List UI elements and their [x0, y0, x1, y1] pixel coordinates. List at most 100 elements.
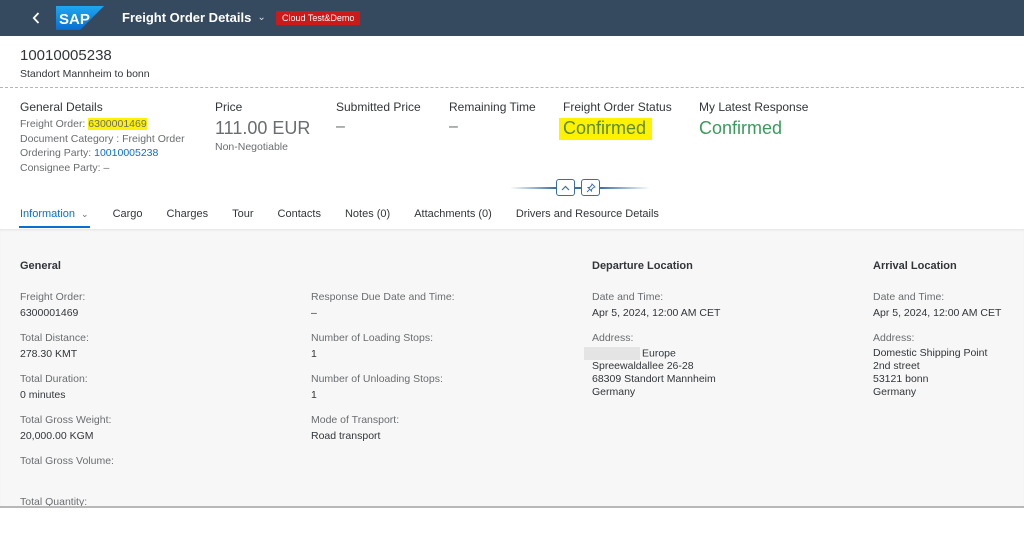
freight-order-value: 6300001469	[88, 118, 147, 130]
field-label: Date and Time:	[592, 291, 664, 303]
chevron-left-icon	[32, 12, 40, 24]
back-button[interactable]	[26, 7, 46, 29]
field-value: 20,000.00 KGM	[20, 430, 94, 442]
field-label: Total Duration:	[20, 373, 88, 385]
field-label: Total Quantity:	[20, 496, 88, 508]
my-latest-response-label: My Latest Response	[699, 100, 809, 114]
address-line: Europe	[584, 347, 852, 360]
consignee-party: Consignee Party: –	[20, 161, 110, 174]
document-category: Document Category : Freight Order	[20, 132, 185, 145]
svg-text:SAP: SAP	[59, 11, 90, 28]
freight-order-status-value: Confirmed	[559, 118, 653, 140]
address-line: Germany	[873, 386, 917, 398]
field-label: Mode of Transport:	[311, 414, 400, 426]
field-label: Address:	[592, 332, 634, 344]
redacted-text	[584, 347, 640, 360]
chevron-up-icon	[561, 185, 570, 190]
environment-badge: Cloud Test&Demo	[276, 11, 361, 25]
arrival-title: Arrival Location	[873, 260, 957, 272]
field-unloading-stops: Number of Unloading Stops: 1	[311, 372, 571, 402]
object-subtitle: Standort Mannheim to bonn	[20, 68, 150, 80]
ordering-party-link[interactable]: 10010005238	[94, 147, 158, 159]
field-label: Total Distance:	[20, 332, 89, 344]
app-title-menu[interactable]: Freight Order Details ⌄	[122, 10, 266, 25]
tab-charges[interactable]: Charges	[167, 200, 209, 228]
freight-order-label: Freight Order:	[20, 118, 89, 130]
price-value: 111.00 EUR	[215, 118, 311, 138]
general-column: General Freight Order: 6300001469 Total …	[20, 260, 280, 508]
address-line: Germany	[592, 386, 636, 399]
collapse-header-button[interactable]	[556, 179, 575, 196]
field-label: Response Due Date and Time:	[311, 291, 455, 303]
chevron-down-icon: ⌄	[81, 208, 89, 219]
field-value: Apr 5, 2024, 12:00 AM CET	[873, 307, 1002, 319]
remaining-time-label: Remaining Time	[449, 100, 536, 114]
chevron-down-icon: ⌄	[257, 12, 266, 23]
field-value: 0 minutes	[20, 389, 66, 401]
field-total-distance: Total Distance: 278.30 KMT	[20, 331, 280, 361]
tab-cargo[interactable]: Cargo	[113, 200, 143, 228]
field-value: –	[311, 307, 317, 319]
field-value: Apr 5, 2024, 12:00 AM CET	[592, 307, 721, 319]
price-label: Price	[215, 100, 243, 114]
field-label: Date and Time:	[873, 291, 945, 303]
ordering-party-label: Ordering Party:	[20, 147, 95, 159]
my-latest-response-value: Confirmed	[699, 118, 783, 138]
field-mode-of-transport: Mode of Transport: Road transport	[311, 413, 571, 443]
field-freight-order: Freight Order: 6300001469	[20, 290, 280, 320]
remaining-time-kpi: Remaining Time –	[449, 100, 536, 136]
app-title: Freight Order Details	[122, 10, 252, 25]
arrival-address-field: Address: Domestic Shipping Point 2nd str…	[873, 331, 1023, 399]
tab-notes[interactable]: Notes (0)	[345, 200, 390, 228]
departure-date-field: Date and Time: Apr 5, 2024, 12:00 AM CET	[592, 290, 852, 320]
pin-header-button[interactable]	[581, 179, 600, 196]
departure-address-field: Address: Europe Spreewaldallee 26-28 683…	[584, 331, 852, 399]
remaining-time-value: –	[449, 118, 458, 135]
information-section[interactable]: General Freight Order: 6300001469 Total …	[0, 229, 1024, 508]
tab-bar: Information ⌄ Cargo Charges Tour Contacts…	[19, 200, 683, 228]
departure-column: Departure Location Date and Time: Apr 5,…	[584, 260, 852, 410]
general-details-kpi: General Details Freight Order: 630000146…	[20, 100, 185, 175]
address-line: 2nd street	[873, 360, 920, 372]
submitted-price-value: –	[336, 118, 345, 135]
arrival-date-field: Date and Time: Apr 5, 2024, 12:00 AM CET	[873, 290, 1023, 320]
field-label: Total Gross Volume:	[20, 455, 114, 467]
header-divider	[0, 87, 1024, 88]
field-value: 278.30 KMT	[20, 348, 78, 360]
tab-tour[interactable]: Tour	[232, 200, 253, 228]
tab-information[interactable]: Information ⌄	[19, 200, 90, 228]
field-total-quantity: Total Quantity:	[20, 495, 280, 508]
freight-order-line: Freight Order: 6300001469	[20, 117, 185, 132]
field-label: Number of Loading Stops:	[311, 332, 433, 344]
field-label: Number of Unloading Stops:	[311, 373, 443, 385]
field-value: 6300001469	[20, 307, 79, 319]
address-line: 68309 Standort Mannheim	[592, 373, 716, 386]
general-details-label: General Details	[20, 100, 103, 114]
field-loading-stops: Number of Loading Stops: 1	[311, 331, 571, 361]
freight-order-status-label: Freight Order Status	[563, 100, 672, 114]
arrival-column: Arrival Location Date and Time: Apr 5, 2…	[873, 260, 1023, 410]
ordering-party-line: Ordering Party: 10010005238	[20, 146, 185, 161]
field-label: Freight Order:	[20, 291, 86, 303]
field-label: Address:	[873, 332, 915, 344]
sap-logo[interactable]: SAP	[56, 6, 104, 30]
object-title: 10010005238	[20, 47, 112, 64]
address-text: Europe	[642, 347, 676, 360]
submitted-price-label: Submitted Price	[336, 100, 421, 114]
header-collapse-bar	[510, 178, 650, 198]
submitted-price-kpi: Submitted Price –	[336, 100, 421, 136]
tab-contacts[interactable]: Contacts	[278, 200, 321, 228]
tab-drivers-and-resource-details[interactable]: Drivers and Resource Details	[516, 200, 659, 228]
shell-bar: SAP Freight Order Details ⌄ Cloud Test&D…	[0, 0, 1024, 36]
address-line: Domestic Shipping Point	[873, 347, 988, 359]
tab-label: Information	[20, 208, 76, 220]
field-value: 1	[311, 389, 317, 401]
field-total-gross-weight: Total Gross Weight: 20,000.00 KGM	[20, 413, 280, 443]
general-column-2: Response Due Date and Time: – Number of …	[311, 290, 571, 454]
field-total-gross-volume: Total Gross Volume:	[20, 454, 280, 484]
price-kpi: Price 111.00 EUR Non-Negotiable	[215, 100, 310, 153]
departure-title: Departure Location	[592, 260, 693, 272]
price-note: Non-Negotiable	[215, 141, 288, 153]
tab-attachments[interactable]: Attachments (0)	[414, 200, 492, 228]
field-value	[20, 470, 280, 484]
